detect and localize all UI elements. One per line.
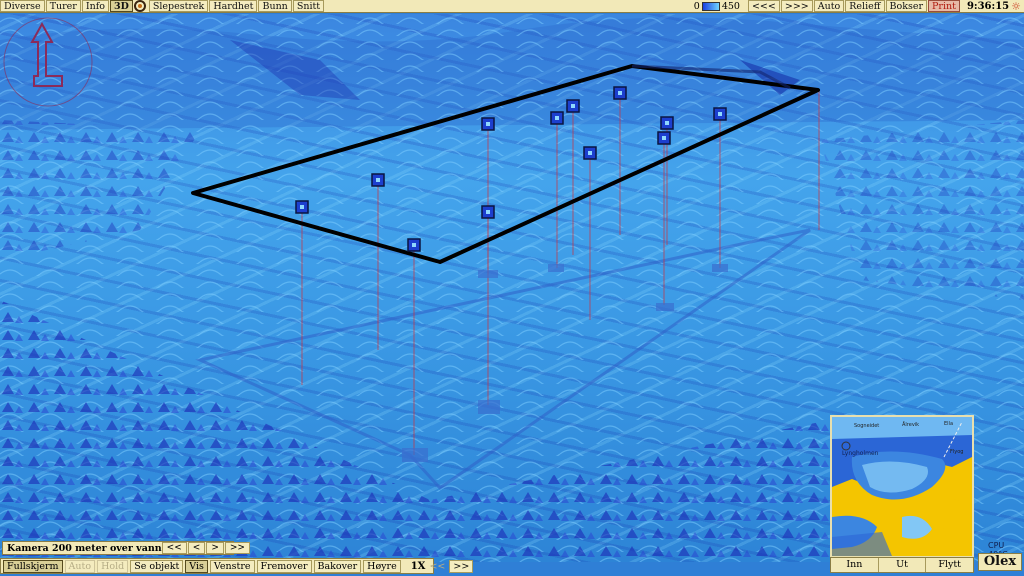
print-button[interactable]: Print: [928, 0, 960, 12]
view-button[interactable]: Vis: [185, 559, 208, 573]
map-label-flyog: Flyog: [950, 449, 963, 455]
relief-button[interactable]: Relieff: [845, 0, 885, 12]
camera-label: Kamera 200 meter over vann: [7, 542, 162, 554]
slower-button[interactable]: <<: [429, 561, 445, 572]
mini-map-controls: Inn Ut Flytt: [830, 557, 974, 573]
boxes-button[interactable]: Bokser: [885, 0, 928, 12]
menu-turer[interactable]: Turer: [45, 0, 81, 12]
auto-button[interactable]: Auto: [813, 0, 845, 12]
prev-button[interactable]: <<<: [747, 0, 780, 12]
sun-icon[interactable]: ☼: [1011, 0, 1021, 13]
next-button[interactable]: >>>: [780, 0, 813, 12]
auto-nav-button[interactable]: Auto: [64, 559, 96, 573]
see-object-button[interactable]: Se objekt: [130, 559, 184, 573]
menu-hardhet[interactable]: Hardhet: [209, 0, 258, 12]
depth-scale: 0 450: [694, 1, 740, 12]
depth-scale-max: 450: [721, 0, 740, 12]
camera-back-button[interactable]: <: [187, 542, 206, 554]
map-label-ella: Ella: [944, 421, 953, 427]
depth-scale-bar: [701, 1, 720, 11]
camera-bar: Kamera 200 meter over vann << < > >>: [2, 541, 250, 555]
zoom-out-button[interactable]: Ut: [879, 558, 927, 572]
navigation-bar: Fullskjerm Auto Hold Se objekt Vis Venst…: [0, 558, 474, 574]
target-icon[interactable]: [133, 0, 146, 12]
move-button[interactable]: Flytt: [926, 558, 973, 572]
clock: 9:36:15: [966, 0, 1010, 12]
camera-forward-button[interactable]: >: [206, 542, 224, 554]
zoom-in-button[interactable]: Inn: [831, 558, 879, 572]
right-button[interactable]: Høyre: [363, 559, 401, 573]
fullscreen-button[interactable]: Fullskjerm: [3, 559, 63, 573]
faster-button[interactable]: >>: [449, 559, 474, 573]
mini-map-chart: Sogneidet Ålrevik Ella Lyngholmen Flyog: [832, 417, 972, 556]
camera-fast-forward-button[interactable]: >>: [224, 542, 250, 554]
map-label-lyngholmen: Lyngholmen: [842, 450, 879, 457]
top-toolbar: Diverse Turer Info 3D Slepestrek Hardhet…: [0, 0, 1024, 13]
camera-fast-back-button[interactable]: <<: [161, 542, 187, 554]
backward-button[interactable]: Bakover: [313, 559, 362, 573]
menu-snitt[interactable]: Snitt: [292, 0, 325, 12]
menu-info[interactable]: Info: [81, 0, 109, 12]
depth-scale-min: 0: [693, 0, 700, 12]
menu-3d[interactable]: 3D: [109, 0, 133, 12]
forward-button[interactable]: Fremover: [256, 559, 312, 573]
brand-logo: Olex: [978, 553, 1022, 571]
left-button[interactable]: Venstre: [209, 559, 255, 573]
menu-bunn[interactable]: Bunn: [258, 0, 292, 12]
map-label-sogneidet: Sogneidet: [854, 423, 879, 429]
hold-button[interactable]: Hold: [97, 559, 129, 573]
menu-slepestrek[interactable]: Slepestrek: [148, 0, 209, 12]
map-label-alrevik: Ålrevik: [902, 421, 919, 428]
mini-map[interactable]: Sogneidet Ålrevik Ella Lyngholmen Flyog: [830, 415, 974, 558]
compass-icon[interactable]: [0, 14, 96, 110]
speed-indicator: 1X: [410, 560, 426, 572]
menu-diverse[interactable]: Diverse: [0, 0, 45, 12]
